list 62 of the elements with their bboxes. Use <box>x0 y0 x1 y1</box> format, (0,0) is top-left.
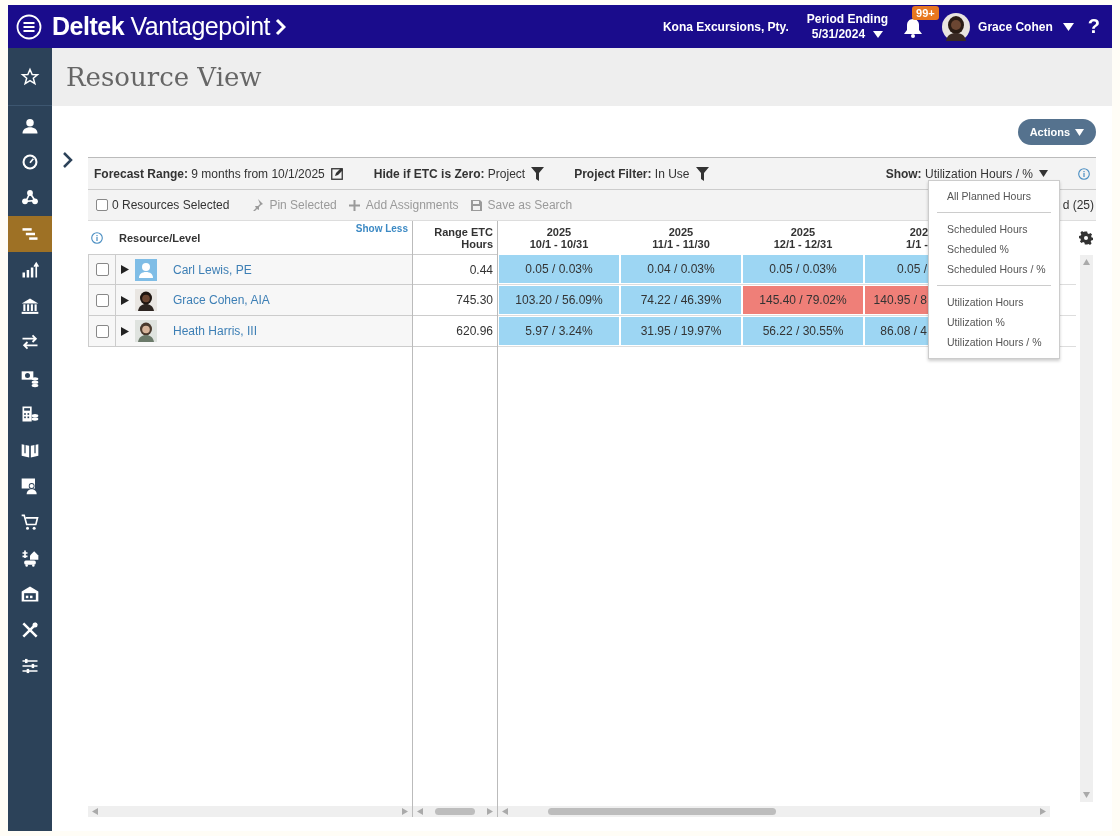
column-date-range: 10/1 - 10/31 <box>529 237 589 250</box>
column-date-range: 12/1 - 12/31 <box>773 237 833 250</box>
table-cell: 745.30 <box>456 293 493 307</box>
show-less-link[interactable]: Show Less <box>355 223 408 234</box>
row-checkbox[interactable] <box>95 324 109 338</box>
menu-item[interactable]: Scheduled Hours <box>929 219 1059 239</box>
count-text: d (25) <box>1062 198 1094 212</box>
filter-icon[interactable] <box>531 166 545 181</box>
notification-badge: 99+ <box>912 5 939 20</box>
expand-arrow-icon[interactable] <box>121 326 129 336</box>
expand-arrow-icon[interactable] <box>121 265 129 274</box>
actions-button[interactable]: Actions <box>1017 119 1096 145</box>
table-cell: 56.22 / 30.55% <box>743 317 863 345</box>
resource-link[interactable]: Heath Harris, III <box>173 324 258 338</box>
period-label: Period Ending <box>806 11 889 27</box>
table-cell: 145.40 / 79.02% <box>743 286 863 314</box>
column-date-range: 1/1 - <box>906 237 928 250</box>
column-header: Resource/Level <box>119 231 201 244</box>
gantt-icon[interactable] <box>8 216 52 252</box>
menu-item[interactable]: All Planned Hours <box>929 186 1059 206</box>
info-icon[interactable] <box>1078 167 1090 180</box>
menu-icon[interactable] <box>16 13 42 40</box>
table-cell: 103.20 / 56.09% <box>499 286 619 314</box>
caret-down-icon[interactable] <box>1039 170 1048 177</box>
filter-icon[interactable] <box>695 166 709 181</box>
column-year: 2025 <box>546 225 572 238</box>
select-all-checkbox[interactable]: 0 Resources Selected <box>96 198 230 212</box>
column-date-range: 11/1 - 11/30 <box>652 237 710 250</box>
info-icon[interactable] <box>91 231 103 244</box>
chevron-right-icon[interactable] <box>62 151 74 169</box>
table-cell: 5.97 / 3.24% <box>499 317 619 345</box>
table-cell: 620.96 <box>456 324 493 338</box>
resource-link[interactable]: Carl Lewis, PE <box>173 262 252 277</box>
company-name[interactable]: Kona Excursions, Pty. <box>662 19 789 34</box>
column-year: 2025 <box>790 225 816 238</box>
column-year: 2025 <box>668 225 694 238</box>
caret-down-icon[interactable] <box>1062 22 1074 31</box>
caret-down-icon[interactable] <box>873 30 884 38</box>
table-cell: 74.22 / 46.39% <box>621 286 741 314</box>
row-checkbox[interactable] <box>95 293 109 307</box>
period-date[interactable]: 5/31/2024 <box>811 26 866 42</box>
table-cell: 0.05 / 0.03% <box>743 255 863 283</box>
page-title: Resource View <box>66 62 262 92</box>
table-cell: 0.44 <box>469 262 493 277</box>
table-cell: 31.95 / 19.97% <box>621 317 741 345</box>
column-year: 202 <box>909 225 928 238</box>
row-checkbox[interactable] <box>95 263 109 276</box>
resource-link[interactable]: Grace Cohen, AIA <box>173 293 270 307</box>
bell-icon[interactable] <box>902 17 925 38</box>
table-cell: 0.04 / 0.03% <box>621 255 741 283</box>
filter-label: Project Filter: In Use <box>574 166 690 181</box>
filter-label: Forecast Range: 9 months from 10/1/2025 <box>94 166 325 181</box>
filter-label: Hide if ETC is Zero: Project <box>373 166 526 181</box>
edit-icon[interactable] <box>330 167 344 180</box>
user-name[interactable]: Grace Cohen <box>978 19 1053 34</box>
brand-logo-text[interactable]: Deltek Vantagepoint <box>52 12 270 41</box>
help-link[interactable]: ? <box>1087 15 1100 38</box>
expand-arrow-icon[interactable] <box>121 295 129 305</box>
column-header: Range ETC Hours <box>433 224 494 252</box>
settings-icon[interactable] <box>1079 231 1093 245</box>
show-selector[interactable]: Show: Utilization Hours / % <box>885 166 1033 181</box>
table-cell: 0.05 / 0.03% <box>499 255 619 283</box>
